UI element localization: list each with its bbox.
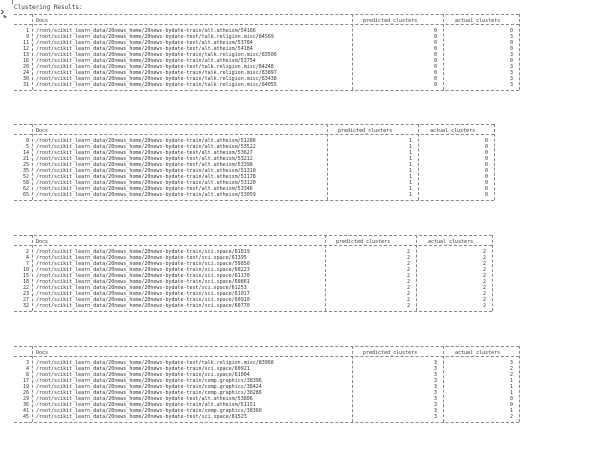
predicted-cluster-cell: 0: [433, 82, 437, 88]
column-header-predicted-clusters: predicted_clusters: [338, 128, 393, 134]
output-header: Clustering Results:: [14, 4, 83, 11]
clusters-table: Docs predicted_clusters actual_clusters 0/r…: [14, 124, 495, 202]
table-row: 65/root/scikit_learn_data/20news_home/20…: [14, 192, 494, 198]
row-index: 31: [22, 82, 29, 88]
predicted-cluster-cell: 3: [433, 414, 437, 420]
column-header-actual-clusters: actual_clusters: [428, 239, 474, 245]
actual-cluster-cell: 2: [482, 303, 486, 309]
actual-cluster-cell: 3: [509, 82, 513, 88]
predicted-cluster-cell: 2: [406, 303, 410, 309]
table-col-separator: [494, 124, 495, 200]
clusters-table: Docs predicted_clusters actual_clusters 2/r…: [14, 235, 493, 313]
clusters-table: Docs predicted_clusters actual_clusters 1/r…: [14, 14, 520, 92]
table-rule: [14, 200, 494, 201]
output-toggle-icon[interactable]: [0, 9, 7, 18]
doc-path-cell: /root/scikit_learn_data/20news_home/20ne…: [36, 192, 256, 198]
predicted-cluster-cell: 1: [408, 192, 412, 198]
row-index: 45: [22, 414, 29, 420]
table-rule: [14, 124, 494, 125]
column-header-docs: Docs: [36, 128, 49, 134]
table-col-separator: [519, 346, 520, 422]
column-header-actual-clusters: actual_clusters: [455, 350, 501, 356]
table-row: 32/root/scikit_learn_data/20news_home/20…: [14, 303, 492, 309]
table-col-separator: [519, 14, 520, 90]
table-rule: [14, 422, 519, 423]
doc-path-cell: /root/scikit_learn_data/20news_home/20ne…: [36, 303, 250, 309]
column-header-predicted-clusters: predicted_clusters: [363, 18, 418, 24]
clusters-table: Docs predicted_clusters actual_clusters 3/r…: [14, 346, 520, 424]
table-row: 45/root/scikit_learn_data/20news_home/20…: [14, 414, 519, 420]
table-row: 31/root/scikit_learn_data/20news_home/20…: [14, 82, 519, 88]
table-rule: [14, 311, 492, 312]
table-rule: [14, 245, 492, 246]
column-header-actual-clusters: actual_clusters: [430, 128, 476, 134]
row-index: 65: [22, 192, 29, 198]
doc-path-cell: /root/scikit_learn_data/20news_home/20ne…: [36, 414, 247, 420]
table-rule: [14, 235, 492, 236]
table-col-separator: [492, 235, 493, 311]
row-index: 32: [22, 303, 29, 309]
actual-cluster-cell: 2: [509, 414, 513, 420]
table-rule: [14, 90, 519, 91]
column-header-docs: Docs: [36, 350, 49, 356]
doc-path-cell: /root/scikit_learn_data/20news_home/20ne…: [36, 82, 277, 88]
column-header-predicted-clusters: predicted_clusters: [336, 239, 391, 245]
column-header-predicted-clusters: predicted_clusters: [363, 350, 418, 356]
table-rule: [14, 134, 494, 135]
column-header-docs: Docs: [36, 239, 49, 245]
column-header-actual-clusters: actual_clusters: [455, 18, 501, 24]
column-header-docs: Docs: [36, 18, 49, 24]
actual-cluster-cell: 0: [484, 192, 488, 198]
cell-gutter-tick: [12, 0, 13, 4]
